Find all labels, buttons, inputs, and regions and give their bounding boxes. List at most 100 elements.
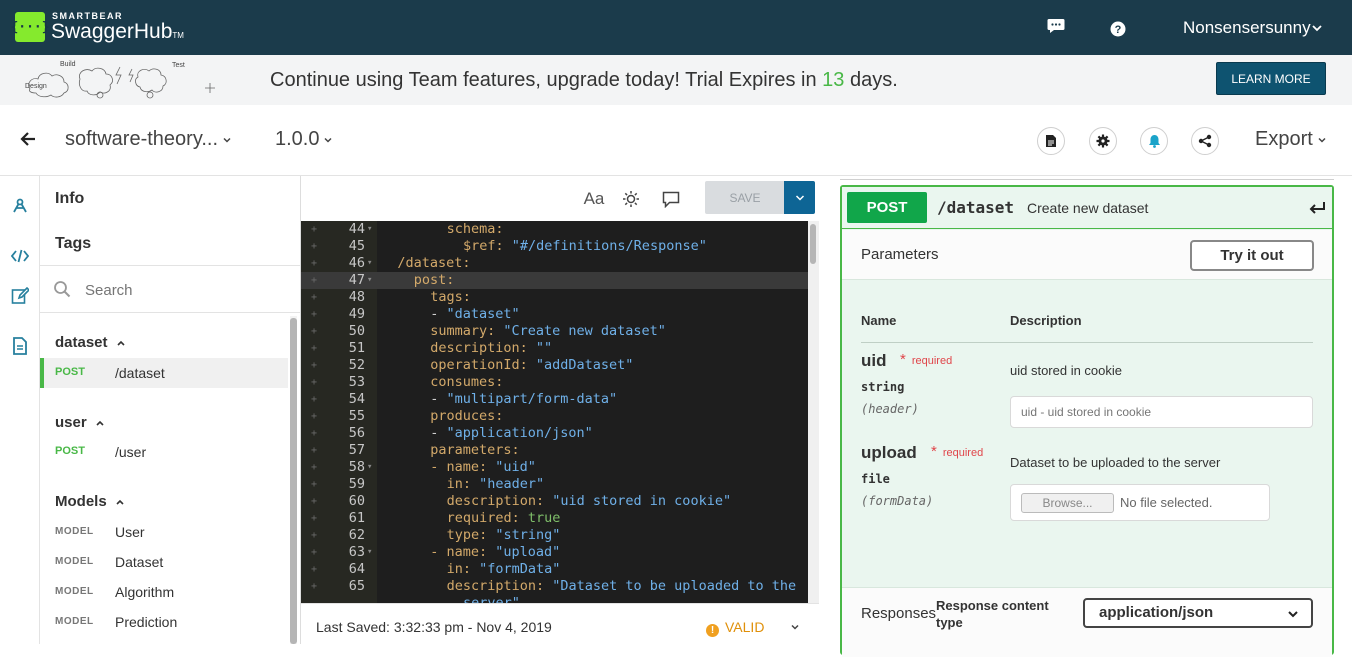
code-line[interactable]: +46 ▾ /dataset:	[301, 255, 808, 272]
model-tag: MODEL	[55, 586, 94, 597]
design-icon[interactable]	[10, 196, 30, 216]
chat-icon[interactable]	[1047, 17, 1065, 35]
response-content-type-select[interactable]: application/json	[1083, 598, 1313, 628]
param-location: (header)	[861, 402, 919, 416]
yaml-key: description:	[446, 578, 545, 594]
nav-model-algorithm[interactable]: MODEL Algorithm	[40, 577, 288, 607]
code-line[interactable]: +45 $ref: "#/definitions/Response"	[301, 238, 808, 255]
nav-model-prediction[interactable]: MODEL Prediction	[40, 607, 288, 637]
editor-scrollbar-thumb[interactable]	[810, 224, 816, 264]
export-dropdown[interactable]: Export	[1255, 128, 1327, 151]
user-menu[interactable]: Nonsensersunny	[1183, 18, 1311, 38]
code-line[interactable]: server"	[301, 595, 808, 603]
nav-item-post-dataset[interactable]: POST /dataset	[40, 358, 288, 388]
responses-label: Responses	[861, 605, 937, 622]
nav-model-dataset[interactable]: MODEL Dataset	[40, 547, 288, 577]
code-line[interactable]: +48 tags:	[301, 289, 808, 306]
save-button[interactable]: SAVE	[705, 181, 785, 214]
editor-scrollbar-track[interactable]	[808, 221, 819, 603]
docs-icon[interactable]	[10, 336, 30, 356]
line-marker-icon: +	[311, 343, 318, 354]
fold-toggle-icon[interactable]: ▾	[367, 221, 372, 238]
model-name: Algorithm	[115, 584, 175, 600]
line-number: 48	[348, 289, 365, 305]
nav-model-user[interactable]: MODEL User	[40, 517, 288, 547]
validation-status[interactable]: ! VALID	[706, 619, 764, 637]
comment-icon[interactable]	[660, 188, 682, 210]
notification-icon[interactable]	[1140, 127, 1168, 155]
nav-item-post-user[interactable]: POST /user	[40, 437, 288, 467]
help-icon[interactable]: ?	[1109, 20, 1127, 38]
fold-toggle-icon[interactable]: ▾	[367, 272, 372, 289]
code-line[interactable]: +54 - "multipart/form-data"	[301, 391, 808, 408]
nav-group-dataset[interactable]: dataset	[55, 334, 126, 351]
brand-product[interactable]: SwaggerHubTM	[51, 20, 184, 44]
chevron-down-icon[interactable]	[790, 622, 800, 632]
line-marker-icon: +	[311, 564, 318, 575]
edit-icon[interactable]	[10, 286, 30, 306]
operation-header[interactable]: POST /dataset Create new dataset	[842, 187, 1332, 229]
api-name-dropdown[interactable]: software-theory...	[65, 128, 232, 151]
save-options-button[interactable]	[784, 181, 815, 214]
code-line[interactable]: +55 produces:	[301, 408, 808, 425]
code-line[interactable]: +63 ▾ - name: "upload"	[301, 544, 808, 561]
code-line[interactable]: +47 ▾ post:	[301, 272, 808, 289]
code-line[interactable]: +61 required: true	[301, 510, 808, 527]
responses-bar: Responses Response content type applicat…	[842, 587, 1332, 657]
code-icon[interactable]	[10, 246, 30, 266]
param-description: uid stored in cookie	[1010, 363, 1123, 378]
nav-group-models[interactable]: Models	[55, 493, 125, 510]
fold-toggle-icon[interactable]: ▾	[367, 459, 372, 476]
banner-text-before: Continue using Team features, upgrade to…	[270, 69, 823, 91]
code-line[interactable]: +52 operationId: "addDataset"	[301, 357, 808, 374]
code-line[interactable]: +58 ▾ - name: "uid"	[301, 459, 808, 476]
code-line[interactable]: +44 ▾ schema:	[301, 221, 808, 238]
api-version-dropdown[interactable]: 1.0.0	[275, 128, 333, 151]
param-name: uid	[861, 351, 887, 370]
divider	[840, 179, 1334, 180]
nav-group-user[interactable]: user	[55, 414, 105, 431]
back-arrow-icon[interactable]	[18, 129, 38, 149]
yaml-value: "Dataset to be uploaded to the	[544, 578, 797, 594]
code-line[interactable]: +65 description: "Dataset to be uploaded …	[301, 578, 808, 595]
browse-button[interactable]: Browse...	[1021, 493, 1114, 513]
code-editor[interactable]: +44 ▾ schema: +45 $ref: "#/definitions/Respo…	[301, 221, 808, 603]
line-marker-icon: +	[311, 309, 318, 320]
settings-icon[interactable]	[1089, 127, 1117, 155]
view-mode-rail	[0, 176, 40, 644]
operation-summary: Create new dataset	[1027, 200, 1149, 216]
code-line[interactable]: +51 description: ""	[301, 340, 808, 357]
nav-tags[interactable]: Tags	[55, 235, 91, 253]
uid-input[interactable]	[1010, 396, 1313, 428]
theme-toggle-icon[interactable]	[620, 188, 642, 210]
line-number: 65	[348, 578, 365, 594]
editor-status-bar: Last Saved: 3:32:33 pm - Nov 4, 2019 ! VA…	[301, 603, 819, 644]
code-text: server"	[463, 595, 520, 603]
line-marker-icon: +	[311, 377, 318, 388]
yaml-key: -	[430, 391, 447, 407]
document-icon[interactable]	[1037, 127, 1065, 155]
code-line[interactable]: +62 type: "string"	[301, 527, 808, 544]
code-line[interactable]: +59 in: "header"	[301, 476, 808, 493]
learn-more-button[interactable]: LEARN MORE	[1216, 62, 1326, 95]
swaggerhub-logo-icon[interactable]: {···}	[10, 12, 50, 42]
code-line[interactable]: +49 - "dataset"	[301, 306, 808, 323]
code-line[interactable]: +56 - "application/json"	[301, 425, 808, 442]
try-it-out-button[interactable]: Try it out	[1190, 240, 1314, 271]
nav-info[interactable]: Info	[55, 190, 84, 208]
code-line[interactable]: +64 in: "formData"	[301, 561, 808, 578]
required-marker: * required	[931, 443, 983, 460]
last-saved-text: Last Saved: 3:32:33 pm - Nov 4, 2019	[316, 619, 552, 635]
code-line[interactable]: +60 description: "uid stored in cookie"	[301, 493, 808, 510]
font-size-button[interactable]: Aa	[583, 188, 605, 210]
search-input[interactable]	[85, 278, 275, 302]
fold-toggle-icon[interactable]: ▾	[367, 255, 372, 272]
code-line[interactable]: +57 parameters:	[301, 442, 808, 459]
share-icon[interactable]	[1191, 127, 1219, 155]
code-line[interactable]: +53 consumes:	[301, 374, 808, 391]
chevron-down-icon[interactable]	[1311, 22, 1323, 34]
nav-scrollbar-thumb[interactable]	[290, 318, 297, 644]
code-line[interactable]: +50 summary: "Create new dataset"	[301, 323, 808, 340]
fold-toggle-icon[interactable]: ▾	[367, 544, 372, 561]
collapse-icon[interactable]	[1308, 200, 1326, 216]
